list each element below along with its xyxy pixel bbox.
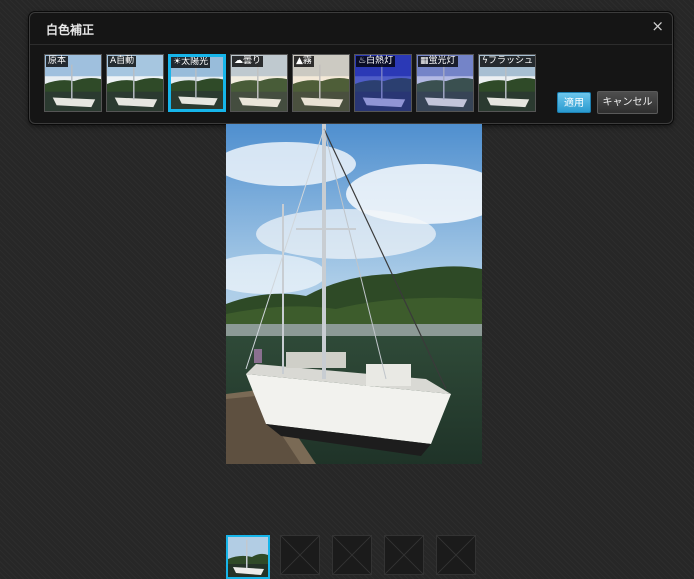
preset-fluorescent[interactable]: ▦蛍光灯 <box>416 54 474 112</box>
filmstrip-empty-slot[interactable] <box>384 535 424 575</box>
preset-label: 原本 <box>46 56 69 67</box>
white-balance-dialog: 白色補正 × 原本 A自動 ☀太陽光 ☁曇り ▲霧 ♨白熱灯 ▦蛍光灯 ϟフラッシュ 適用 キ… <box>29 12 673 124</box>
preset-label: A自動 <box>108 56 137 67</box>
preset-list: 原本 A自動 ☀太陽光 ☁曇り ▲霧 ♨白熱灯 ▦蛍光灯 ϟフラッシュ <box>44 54 540 112</box>
preset-name: 太陽光 <box>181 57 209 67</box>
close-icon[interactable]: × <box>651 17 664 35</box>
apply-button[interactable]: 適用 <box>557 92 591 113</box>
empty-slot-cross-icon <box>385 536 423 574</box>
preset-label: ▦蛍光灯 <box>418 56 458 67</box>
preset-name: 曇り <box>243 56 262 66</box>
filmstrip-empty-slot[interactable] <box>280 535 320 575</box>
preset-label: ▲霧 <box>294 56 314 67</box>
preset-icon: ☁ <box>234 56 243 66</box>
filmstrip-thumbnail[interactable] <box>226 535 270 579</box>
preset-icon: ♨ <box>358 56 367 66</box>
preset-tungsten[interactable]: ♨白熱灯 <box>354 54 412 112</box>
preset-name: 自動 <box>116 56 135 66</box>
preset-daylight[interactable]: ☀太陽光 <box>168 54 226 112</box>
preset-label: ☁曇り <box>232 56 264 67</box>
filmstrip-empty-slot[interactable] <box>436 535 476 575</box>
filmstrip-photo <box>228 537 268 577</box>
preset-label: ☀太陽光 <box>171 57 211 68</box>
preset-name: 蛍光灯 <box>428 56 456 66</box>
dialog-header: 白色補正 × <box>30 13 672 45</box>
preset-none[interactable]: 原本 <box>44 54 102 112</box>
dialog-title: 白色補正 <box>46 23 95 37</box>
preset-name: 白熱灯 <box>366 56 394 66</box>
preset-label: ϟフラッシュ <box>480 56 535 67</box>
preset-flash[interactable]: ϟフラッシュ <box>478 54 536 112</box>
preset-icon: ▦ <box>420 56 429 66</box>
preset-icon: ☀ <box>173 57 182 67</box>
preset-shade[interactable]: ▲霧 <box>292 54 350 112</box>
preset-name: 霧 <box>302 56 312 66</box>
empty-slot-cross-icon <box>333 536 371 574</box>
preset-icon: ▲ <box>296 56 303 66</box>
filmstrip-empty-slot[interactable] <box>332 535 372 575</box>
empty-slot-cross-icon <box>437 536 475 574</box>
cancel-button[interactable]: キャンセル <box>597 91 658 114</box>
preset-label: ♨白熱灯 <box>356 56 396 67</box>
empty-slot-cross-icon <box>281 536 319 574</box>
preset-auto[interactable]: A自動 <box>106 54 164 112</box>
photo-preview <box>226 124 482 464</box>
filmstrip <box>226 535 488 579</box>
preset-name: 原本 <box>48 56 67 66</box>
preset-cloudy[interactable]: ☁曇り <box>230 54 288 112</box>
preset-name: フラッシュ <box>487 56 533 66</box>
